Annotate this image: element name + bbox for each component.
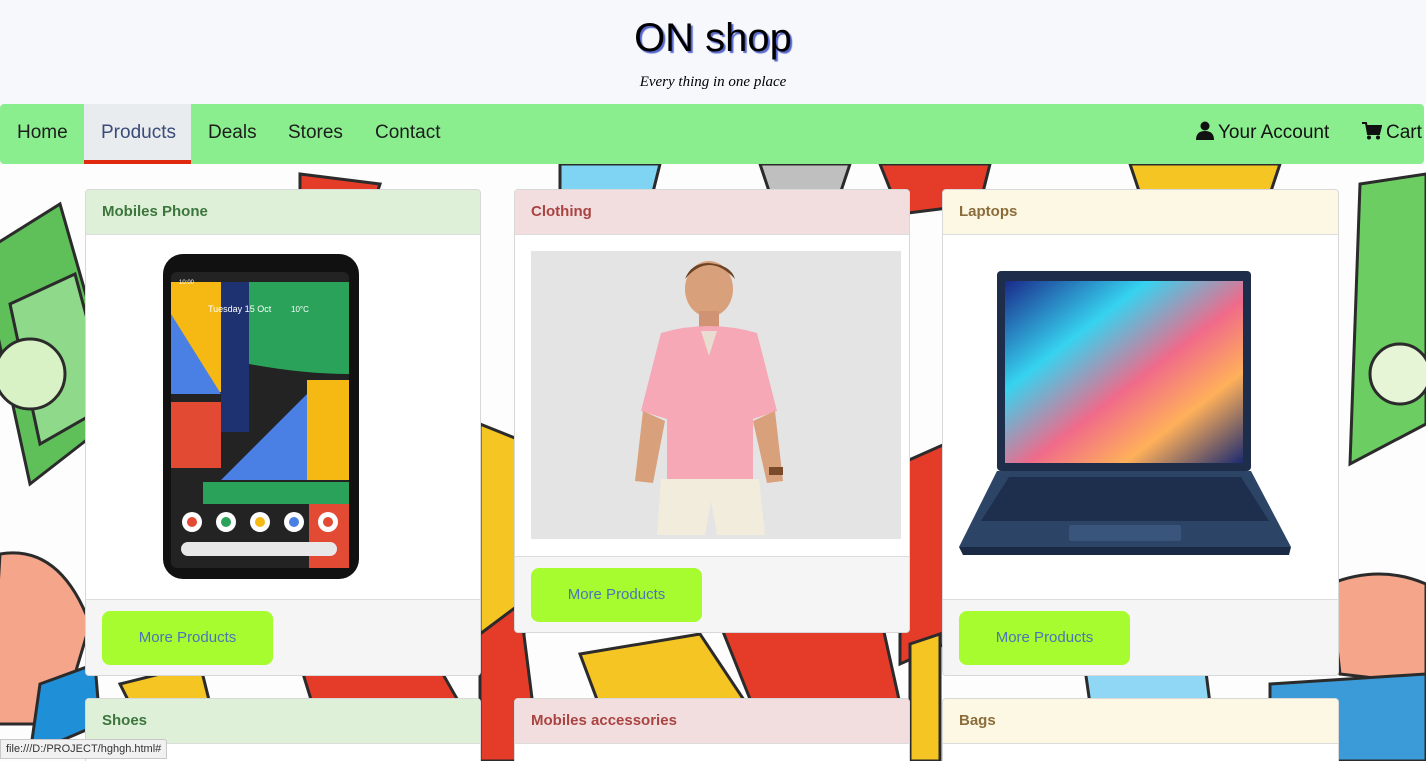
phone-time-text: 10:00: [179, 280, 195, 286]
nav-home[interactable]: Home: [0, 104, 85, 164]
your-account-link[interactable]: Your Account: [1196, 104, 1329, 164]
phone-date-text: Tuesday 15 Oct: [208, 304, 272, 314]
smartphone-image: Tuesday 15 Oct 10°C 10:00: [163, 254, 359, 579]
more-products-button[interactable]: More Products: [959, 611, 1130, 665]
site-title: ON shop: [634, 16, 792, 60]
more-products-button[interactable]: More Products: [531, 568, 702, 622]
category-card-clothing: Clothing More Products: [514, 189, 910, 633]
card-title: Bags: [943, 699, 1338, 744]
card-footer: More Products: [943, 599, 1338, 675]
user-icon: [1196, 121, 1214, 140]
card-title: Mobiles accessories: [515, 699, 909, 744]
cart-link[interactable]: Cart: [1362, 104, 1422, 164]
laptop-image: [959, 271, 1291, 555]
your-account-label: Your Account: [1218, 122, 1330, 143]
card-image-area: [515, 235, 909, 556]
card-title: Laptops: [943, 190, 1338, 235]
main-navbar: Home Products Deals Stores Contact Your …: [0, 104, 1424, 164]
site-tagline: Every thing in one place: [639, 74, 787, 90]
cart-icon: [1362, 122, 1383, 140]
card-image-area: [943, 235, 1338, 599]
more-products-button[interactable]: More Products: [102, 611, 273, 665]
nav-deals[interactable]: Deals: [191, 104, 274, 164]
man-pink-shirt-image: [531, 251, 901, 539]
card-title: Clothing: [515, 190, 909, 235]
category-card-mobile-accessories: Mobiles accessories: [514, 698, 910, 761]
category-card-laptops: Laptops More Products: [942, 189, 1339, 676]
browser-status-url: file:///D:/PROJECT/hghgh.html#: [0, 739, 168, 759]
card-title: Shoes: [86, 699, 480, 744]
cart-label: Cart: [1386, 122, 1422, 143]
nav-products[interactable]: Products: [84, 104, 191, 164]
nav-stores[interactable]: Stores: [271, 104, 360, 164]
phone-weather-text: 10°C: [291, 305, 309, 314]
card-title: Mobiles Phone: [86, 190, 480, 235]
card-image-area: Tuesday 15 Oct 10°C 10:00: [86, 235, 480, 599]
site-header: ON shop Every thing in one place: [0, 0, 1426, 104]
category-card-mobiles: Mobiles Phone Tuesday 15 Oct 10°C 10:00: [85, 189, 481, 676]
nav-contact[interactable]: Contact: [358, 104, 457, 164]
card-footer: More Products: [515, 556, 909, 632]
category-card-bags: Bags: [942, 698, 1339, 761]
card-footer: More Products: [86, 599, 480, 675]
